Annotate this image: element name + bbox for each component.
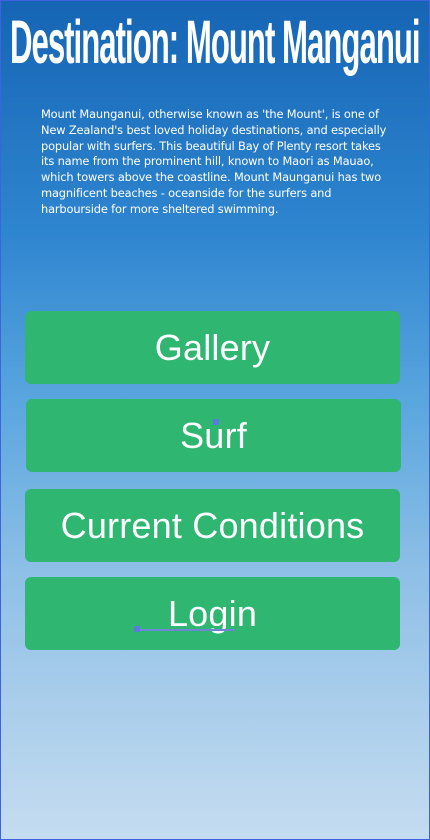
gallery-button[interactable]: Gallery xyxy=(25,311,400,384)
app-screen: Destination: Mount Manganui Mount Maunga… xyxy=(0,0,430,840)
selection-underline xyxy=(137,629,235,631)
login-button[interactable]: Login xyxy=(25,577,400,650)
page-title: Destination: Mount Manganui xyxy=(10,10,421,78)
gallery-button-label: Gallery xyxy=(154,326,271,368)
surf-button[interactable]: Surf xyxy=(26,399,401,472)
selection-handle xyxy=(213,419,219,425)
destination-description: Mount Maunganui, otherwise known as 'the… xyxy=(41,107,387,216)
current-conditions-button[interactable]: Current Conditions xyxy=(25,489,400,562)
selection-handle-left xyxy=(134,626,140,632)
current-conditions-button-label: Current Conditions xyxy=(60,504,365,546)
title-container: Destination: Mount Manganui xyxy=(1,5,429,83)
